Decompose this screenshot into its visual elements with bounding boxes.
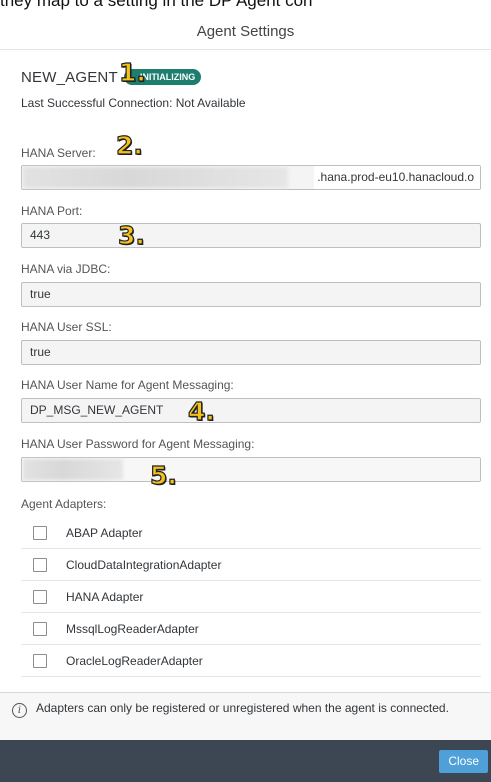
hana-port-field[interactable]: 443 — [21, 223, 481, 248]
checkbox[interactable] — [33, 525, 47, 540]
info-message-bar: i Adapters can only be registered or unr… — [0, 692, 491, 740]
cropped-caption-text: they map to a setting in the DP Agent co… — [0, 0, 313, 10]
hana-jdbc-label: HANA via JDBC: — [21, 262, 111, 276]
hana-server-field[interactable]: .hana.prod-eu10.hanacloud.o — [21, 165, 481, 190]
hana-msg-password-field[interactable] — [21, 457, 481, 482]
close-button[interactable]: Close — [439, 750, 488, 773]
annotation-number-3: 3. — [117, 221, 145, 250]
hana-server-label: HANA Server: — [21, 146, 96, 160]
adapter-label: MssqlLogReaderAdapter — [66, 621, 199, 636]
info-message-text: Adapters can only be registered or unreg… — [36, 701, 449, 715]
checkbox[interactable] — [33, 589, 47, 604]
checkbox[interactable] — [33, 653, 47, 668]
hana-ssl-label: HANA User SSL: — [21, 320, 112, 334]
hana-port-label: HANA Port: — [21, 204, 83, 218]
agent-name: NEW_AGENT — [21, 68, 118, 86]
adapter-item-mssql-logreader[interactable]: MssqlLogReaderAdapter — [21, 613, 481, 645]
redacted-server-prefix — [23, 167, 288, 188]
hana-ssl-field[interactable]: true — [21, 340, 481, 365]
adapter-item-abap[interactable]: ABAP Adapter — [21, 517, 481, 549]
dialog-footer: Close — [0, 740, 491, 782]
annotation-number-4: 4. — [187, 397, 215, 426]
adapter-label: HANA Adapter — [66, 589, 144, 604]
checkbox[interactable] — [33, 621, 47, 636]
agent-adapters-label: Agent Adapters: — [21, 497, 107, 511]
hana-jdbc-field[interactable]: true — [21, 282, 481, 307]
hana-msg-password-label: HANA User Password for Agent Messaging: — [21, 437, 255, 451]
hana-msg-user-label: HANA User Name for Agent Messaging: — [21, 378, 234, 392]
adapter-label: CloudDataIntegrationAdapter — [66, 557, 222, 572]
annotation-number-1: 1. — [118, 58, 146, 87]
agent-name-row: NEW_AGENT INITIALIZING — [21, 66, 202, 88]
adapter-list: ABAP Adapter CloudDataIntegrationAdapter… — [21, 517, 481, 677]
annotation-number-2: 2. — [115, 131, 143, 160]
adapter-item-oracle-logreader[interactable]: OracleLogReaderAdapter — [21, 645, 481, 677]
checkbox[interactable] — [33, 557, 47, 572]
redacted-password — [23, 459, 123, 480]
last-connection-text: Last Successful Connection: Not Availabl… — [21, 96, 246, 110]
hana-msg-user-field[interactable]: DP_MSG_NEW_AGENT — [21, 398, 481, 423]
dialog-title: Agent Settings — [0, 14, 491, 50]
adapter-label: OracleLogReaderAdapter — [66, 653, 203, 668]
hana-server-suffix: .hana.prod-eu10.hanacloud.o — [314, 166, 480, 189]
info-icon: i — [12, 703, 27, 718]
adapter-item-clouddataintegration[interactable]: CloudDataIntegrationAdapter — [21, 549, 481, 581]
adapter-label: ABAP Adapter — [66, 525, 143, 540]
annotation-number-5: 5. — [149, 461, 177, 490]
adapter-item-hana[interactable]: HANA Adapter — [21, 581, 481, 613]
